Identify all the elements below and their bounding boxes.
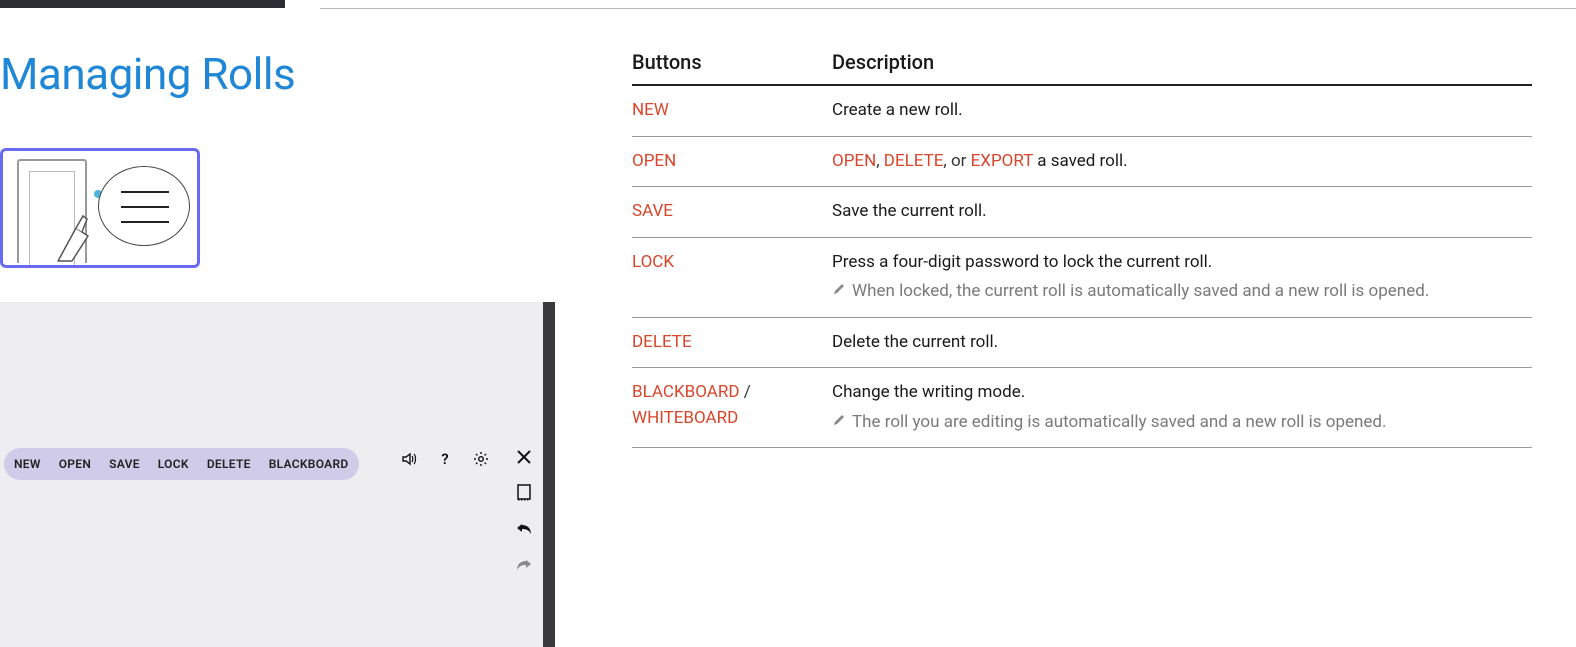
button-name: SAVE [632, 201, 673, 221]
text-separator: / [739, 382, 750, 402]
redo-icon[interactable] [515, 556, 533, 574]
button-description: OPEN, DELETE, or EXPORT a saved roll. [832, 149, 1532, 175]
table-header-description: Description [832, 50, 1532, 74]
help-icon[interactable]: ? [436, 450, 454, 468]
text-separator: , [876, 151, 884, 171]
pencil-icon [832, 413, 846, 427]
note-line: The roll you are editing is automaticall… [832, 410, 1532, 436]
note-text: The roll you are editing is automaticall… [852, 410, 1387, 436]
keyword: OPEN [832, 151, 876, 171]
menu-line-icon [121, 191, 169, 193]
table-row: NEW Create a new roll. [632, 86, 1532, 137]
illustration-panel [0, 148, 200, 268]
button-description: Create a new roll. [832, 98, 1532, 124]
table-row: BLACKBOARD / WHITEBOARD Change the writi… [632, 368, 1532, 448]
button-name: WHITEBOARD [632, 408, 738, 428]
page-title: Managing Rolls [0, 48, 295, 100]
menu-bubble-icon [98, 166, 190, 246]
button-name-group: BLACKBOARD / WHITEBOARD [632, 380, 832, 435]
button-description: Delete the current roll. [832, 330, 1532, 356]
table-row: SAVE Save the current roll. [632, 187, 1532, 238]
button-description: Press a four-digit password to lock the … [832, 250, 1532, 305]
toolbar-delete-button[interactable]: DELETE [207, 457, 251, 471]
undo-icon[interactable] [515, 520, 533, 538]
pencil-icon [832, 282, 846, 296]
table-row: LOCK Press a four-digit password to lock… [632, 238, 1532, 318]
text-separator: , or [943, 151, 970, 171]
buttons-description-table: Buttons Description NEW Create a new rol… [632, 50, 1532, 448]
keyword: DELETE [884, 151, 944, 171]
button-description: Change the writing mode. The roll you ar… [832, 380, 1532, 435]
toolbar-open-button[interactable]: OPEN [59, 457, 91, 471]
header-accent-bar [0, 0, 285, 8]
description-text: Change the writing mode. [832, 380, 1532, 406]
toolbar-pill: NEW OPEN SAVE LOCK DELETE BLACKBOARD [4, 448, 359, 480]
toolbar-icon-row: ? [400, 450, 490, 468]
button-name: OPEN [632, 151, 676, 171]
menu-line-icon [121, 206, 169, 208]
toolbar-lock-button[interactable]: LOCK [158, 457, 189, 471]
roll-icon[interactable] [515, 484, 533, 502]
table-header-buttons: Buttons [632, 50, 832, 74]
table-row: DELETE Delete the current roll. [632, 318, 1532, 369]
description-text: Press a four-digit password to lock the … [832, 250, 1532, 276]
toolbar-save-button[interactable]: SAVE [109, 457, 140, 471]
text-tail: a saved roll. [1033, 151, 1128, 171]
note-line: When locked, the current roll is automat… [832, 279, 1532, 305]
keyword: EXPORT [971, 151, 1033, 171]
button-description: Save the current roll. [832, 199, 1532, 225]
toolbar-new-button[interactable]: NEW [14, 457, 41, 471]
header-divider [320, 8, 1576, 9]
sound-icon[interactable] [400, 450, 418, 468]
device-bezel [543, 302, 555, 647]
button-name: BLACKBOARD [632, 382, 739, 402]
close-icon[interactable] [515, 448, 533, 466]
table-row: OPEN OPEN, DELETE, or EXPORT a saved rol… [632, 137, 1532, 188]
button-name: LOCK [632, 252, 674, 272]
note-text: When locked, the current roll is automat… [852, 279, 1429, 305]
side-icon-stack [515, 448, 533, 574]
button-name: NEW [632, 100, 669, 120]
toolbar-blackboard-button[interactable]: BLACKBOARD [269, 457, 349, 471]
button-name: DELETE [632, 332, 692, 352]
device-screenshot: NEW OPEN SAVE LOCK DELETE BLACKBOARD ? [0, 302, 555, 647]
table-header-row: Buttons Description [632, 50, 1532, 86]
gear-icon[interactable] [472, 450, 490, 468]
menu-line-icon [121, 221, 169, 223]
